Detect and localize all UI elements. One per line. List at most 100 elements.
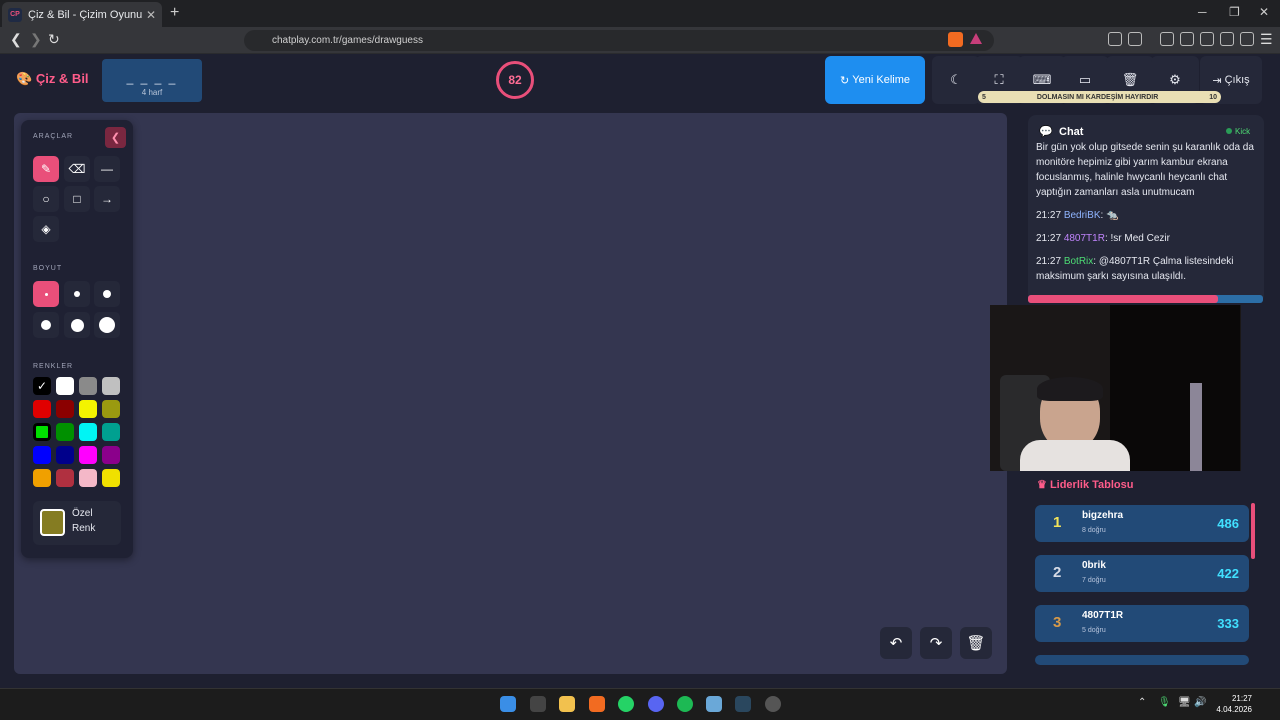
size-option-4[interactable] bbox=[33, 312, 59, 338]
close-tab-icon[interactable]: ✕ bbox=[146, 8, 156, 22]
drawing-canvas[interactable] bbox=[14, 113, 1007, 674]
chat-icon: 💬 bbox=[1039, 126, 1053, 138]
arrow-right-icon: → bbox=[101, 192, 113, 206]
music-icon[interactable] bbox=[1160, 32, 1174, 46]
color-swatch[interactable] bbox=[56, 377, 74, 395]
leo-ai-icon[interactable] bbox=[1220, 32, 1234, 46]
chat-username[interactable]: 4807T1R bbox=[1064, 233, 1105, 244]
sidebar-icon[interactable] bbox=[1180, 32, 1194, 46]
color-swatch[interactable] bbox=[33, 423, 51, 441]
color-swatch[interactable] bbox=[56, 446, 74, 464]
brave-shield-icon[interactable] bbox=[948, 32, 963, 47]
network-icon[interactable]: 🖥 bbox=[1178, 697, 1191, 708]
collapse-panel-button[interactable]: ❮ bbox=[105, 127, 126, 148]
minimize-icon[interactable]: ─ bbox=[1198, 5, 1207, 19]
chat-timestamp: 21:27 bbox=[1036, 210, 1064, 221]
color-swatch[interactable] bbox=[33, 469, 51, 487]
brave-icon[interactable] bbox=[589, 696, 605, 712]
steam-icon[interactable] bbox=[735, 696, 751, 712]
app-icon[interactable] bbox=[706, 696, 722, 712]
color-swatch[interactable] bbox=[102, 400, 120, 418]
reload-icon[interactable]: ↻ bbox=[48, 31, 60, 48]
whatsapp-icon[interactable] bbox=[618, 696, 634, 712]
chat-username[interactable]: BedriBK bbox=[1064, 210, 1101, 221]
color-swatch[interactable] bbox=[102, 469, 120, 487]
color-swatch[interactable] bbox=[79, 400, 97, 418]
leaderboard-scrollbar[interactable] bbox=[1251, 503, 1255, 559]
progress-text: DOLMASIN MI KARDEŞİM HAYIRDIR bbox=[1036, 93, 1159, 101]
circle-tool[interactable]: ○ bbox=[33, 186, 59, 212]
color-swatch[interactable]: ✓ bbox=[33, 377, 51, 395]
tray-chevron-icon[interactable]: ⌃ bbox=[1138, 697, 1146, 708]
brush-tool[interactable]: ✎ bbox=[33, 156, 59, 182]
color-swatch[interactable] bbox=[79, 446, 97, 464]
chat-username[interactable]: BotRix bbox=[1064, 256, 1093, 267]
screenshot-icon[interactable] bbox=[1128, 32, 1142, 46]
clear-canvas-button[interactable]: 🗑 bbox=[960, 627, 992, 659]
chat-text: Bir gün yok olup gitsede senin şu karanl… bbox=[1036, 142, 1254, 198]
line-tool[interactable]: — bbox=[94, 156, 120, 182]
exit-label: Çıkış bbox=[1224, 74, 1250, 86]
maximize-icon[interactable]: ❐ bbox=[1229, 5, 1240, 19]
leaderboard-row[interactable]: 1 bigzehra 8 doğru 486 bbox=[1035, 505, 1249, 542]
dark-mode-button[interactable]: ☾ bbox=[932, 56, 980, 104]
back-icon[interactable]: ❮ bbox=[10, 31, 22, 48]
close-window-icon[interactable]: ✕ bbox=[1259, 5, 1269, 19]
start-icon[interactable] bbox=[500, 696, 516, 712]
chat-messages[interactable]: Bir gün yok olup gitsede senin şu karanl… bbox=[1028, 142, 1264, 292]
undo-button[interactable]: ↶ bbox=[880, 627, 912, 659]
rank-number: 2 bbox=[1053, 564, 1062, 581]
size-option-2[interactable] bbox=[64, 281, 90, 307]
size-option-6[interactable] bbox=[94, 312, 120, 338]
color-swatch[interactable] bbox=[56, 423, 74, 441]
word-mask: _ _ _ _ bbox=[126, 71, 178, 85]
wallet-icon[interactable] bbox=[1200, 32, 1214, 46]
chat-message: 21:27 BotRix: @4807T1R Çalma listesindek… bbox=[1036, 254, 1256, 284]
leaderboard-row-partial[interactable] bbox=[1035, 655, 1249, 665]
rectangle-tool[interactable]: □ bbox=[64, 186, 90, 212]
rewards-icon[interactable] bbox=[970, 33, 982, 44]
taskview-icon[interactable] bbox=[530, 696, 546, 712]
url-field[interactable]: chatplay.com.tr/games/drawguess bbox=[244, 30, 994, 51]
vpn-icon[interactable] bbox=[1240, 32, 1254, 46]
fill-tool[interactable]: ◈ bbox=[33, 216, 59, 242]
color-swatch[interactable] bbox=[102, 423, 120, 441]
extension-icon[interactable] bbox=[1108, 32, 1122, 46]
explorer-icon[interactable] bbox=[559, 696, 575, 712]
chat-scrollbar[interactable] bbox=[1028, 295, 1263, 303]
chat-text: : !sr Med Cezir bbox=[1104, 233, 1170, 244]
new-tab-icon[interactable]: + bbox=[170, 4, 179, 22]
browser-tab[interactable]: CP Çiz & Bil - Çizim Oyunu ✕ bbox=[2, 2, 162, 27]
mic-icon[interactable]: 🎙 bbox=[1158, 697, 1171, 708]
chat-scroll-thumb[interactable] bbox=[1028, 295, 1218, 303]
taskbar-clock[interactable]: 21:27 4.04.2026 bbox=[1212, 693, 1252, 715]
color-swatch[interactable] bbox=[56, 400, 74, 418]
player-name: 0brik bbox=[1082, 560, 1106, 571]
color-swatch[interactable] bbox=[56, 469, 74, 487]
new-word-button[interactable]: ↻ Yeni Kelime bbox=[825, 56, 925, 104]
menu-icon[interactable]: ☰ bbox=[1260, 31, 1273, 48]
chat-message: 21:27 4807T1R: !sr Med Cezir bbox=[1036, 231, 1256, 246]
color-swatch[interactable] bbox=[79, 423, 97, 441]
color-swatch[interactable] bbox=[79, 469, 97, 487]
app-logo[interactable]: 🎨 Çiz & Bil bbox=[16, 71, 89, 87]
eraser-tool[interactable]: ⌫ bbox=[64, 156, 90, 182]
color-swatch[interactable] bbox=[33, 446, 51, 464]
size-option-1[interactable] bbox=[33, 281, 59, 307]
color-swatch[interactable] bbox=[79, 377, 97, 395]
arrow-tool[interactable]: → bbox=[94, 186, 120, 212]
color-swatch[interactable] bbox=[102, 377, 120, 395]
color-swatch[interactable] bbox=[33, 400, 51, 418]
leaderboard-row[interactable]: 2 0brik 7 doğru 422 bbox=[1035, 555, 1249, 592]
volume-icon[interactable]: 🔊 bbox=[1194, 697, 1206, 708]
redo-button[interactable]: ↷ bbox=[920, 627, 952, 659]
obs-icon[interactable] bbox=[765, 696, 781, 712]
leaderboard-row[interactable]: 3 4807T1R 5 doğru 333 bbox=[1035, 605, 1249, 642]
color-swatch[interactable] bbox=[102, 446, 120, 464]
discord-icon[interactable] bbox=[648, 696, 664, 712]
spotify-icon[interactable] bbox=[677, 696, 693, 712]
size-option-5[interactable] bbox=[64, 312, 90, 338]
forward-icon[interactable]: ❯ bbox=[30, 31, 42, 48]
custom-color-swatch[interactable] bbox=[40, 509, 65, 536]
size-option-3[interactable] bbox=[94, 281, 120, 307]
